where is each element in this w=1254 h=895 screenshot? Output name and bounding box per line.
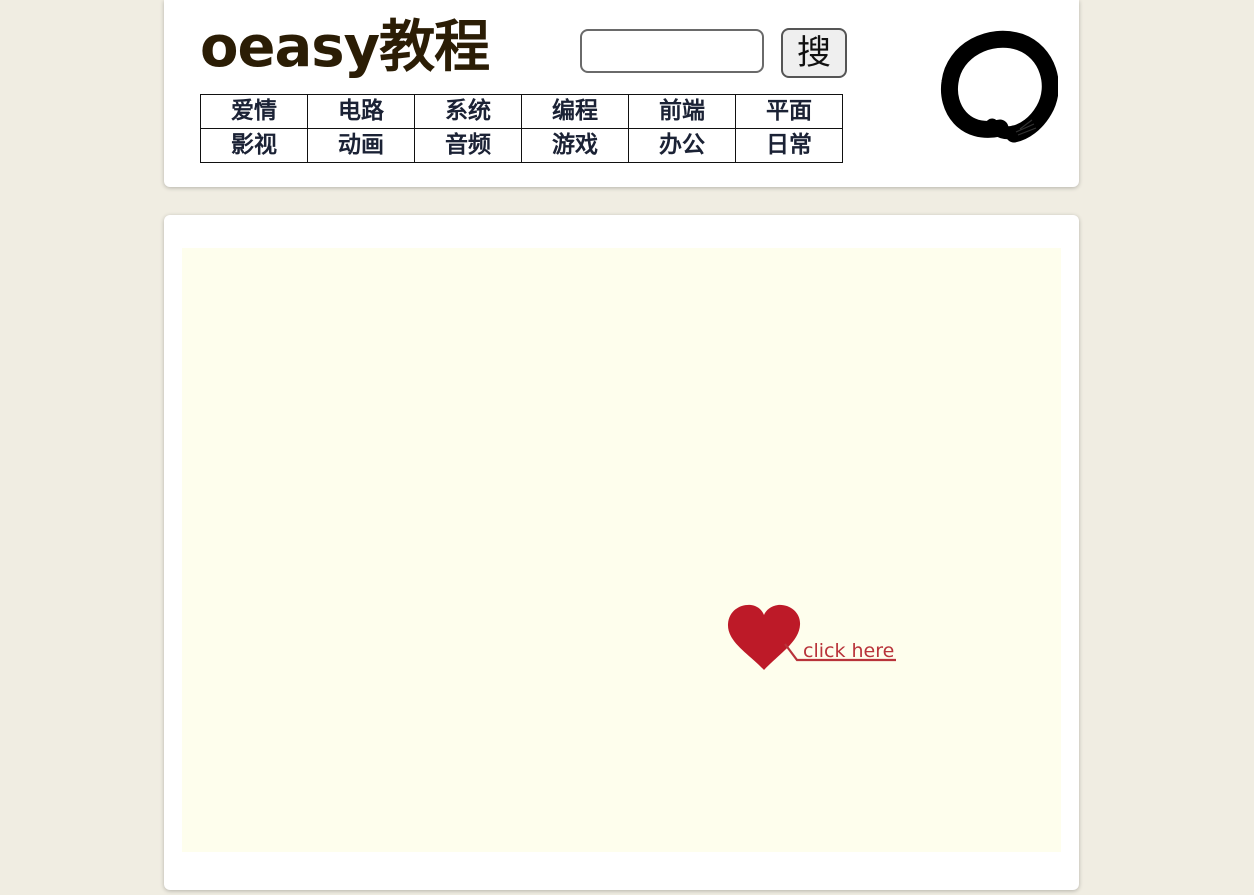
nav-item-game[interactable]: 游戏 — [521, 128, 629, 163]
click-here-link[interactable]: click here — [803, 640, 894, 662]
nav-item-graphic[interactable]: 平面 — [735, 94, 843, 129]
nav-item-system[interactable]: 系统 — [414, 94, 522, 129]
nav-item-film[interactable]: 影视 — [200, 128, 308, 163]
nav-item-programming[interactable]: 编程 — [521, 94, 629, 129]
site-title[interactable]: oeasy教程 — [200, 14, 490, 81]
nav-item-office[interactable]: 办公 — [628, 128, 736, 163]
content-canvas: click here — [182, 248, 1061, 852]
nav-item-love[interactable]: 爱情 — [200, 94, 308, 129]
heart-link[interactable]: click here — [727, 604, 902, 674]
nav-row: 爱情 电路 系统 编程 前端 平面 — [200, 94, 843, 129]
header-card: oeasy教程 搜 爱情 电路 系统 编程 前端 平面 影视 动画 音频 游戏 … — [164, 0, 1079, 187]
main-card: click here — [164, 215, 1079, 890]
nav-row: 影视 动画 音频 游戏 办公 日常 — [200, 128, 843, 163]
enso-circle-icon[interactable] — [934, 24, 1058, 148]
heart-icon[interactable] — [727, 604, 902, 674]
nav-item-daily[interactable]: 日常 — [735, 128, 843, 163]
category-nav: 爱情 电路 系统 编程 前端 平面 影视 动画 音频 游戏 办公 日常 — [200, 94, 843, 163]
nav-item-circuit[interactable]: 电路 — [307, 94, 415, 129]
search-button[interactable]: 搜 — [781, 28, 847, 78]
nav-item-frontend[interactable]: 前端 — [628, 94, 736, 129]
nav-item-audio[interactable]: 音频 — [414, 128, 522, 163]
search-input[interactable] — [580, 29, 764, 73]
nav-item-animation[interactable]: 动画 — [307, 128, 415, 163]
